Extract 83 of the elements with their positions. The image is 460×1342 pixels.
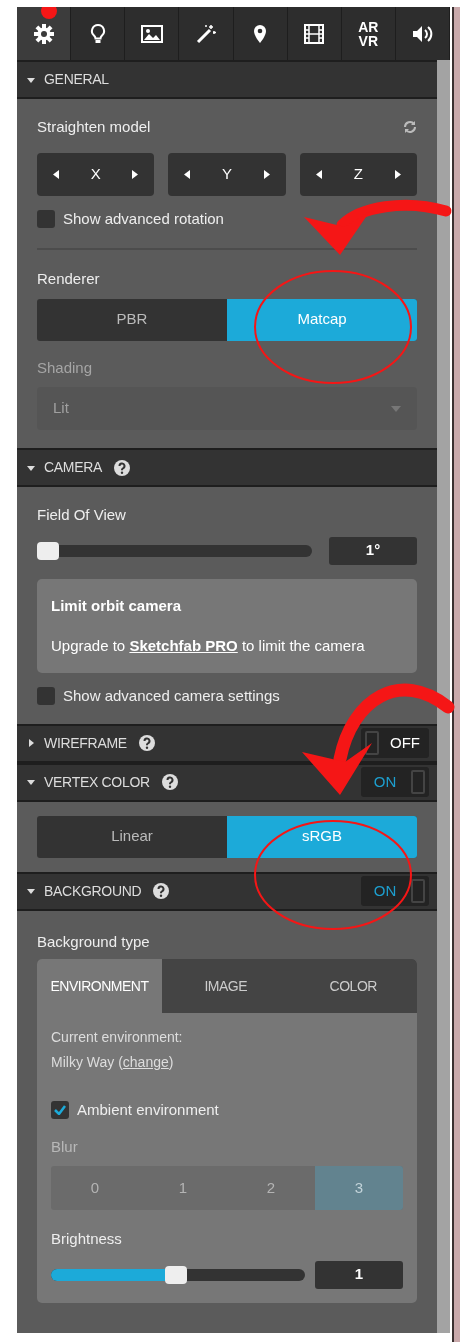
toggle-switch[interactable]: ON — [361, 767, 429, 797]
value-field[interactable]: 1 — [315, 1260, 403, 1289]
field-label: Renderer — [37, 269, 101, 289]
toolbar-tab[interactable] — [233, 7, 288, 60]
section-header[interactable]: BACKGROUND ON — [17, 871, 437, 911]
slider[interactable] — [51, 1265, 305, 1284]
slider[interactable] — [37, 541, 312, 560]
caret-down-icon — [391, 405, 401, 412]
help-icon — [161, 774, 178, 790]
toolbar-tab[interactable] — [125, 7, 180, 60]
toolbar-tab[interactable] — [17, 7, 72, 60]
caret-right-icon — [27, 739, 35, 747]
toolbar-tab[interactable] — [395, 7, 450, 60]
section-header[interactable]: VERTEX COLOR ON — [17, 762, 437, 802]
section-header[interactable]: GENERAL — [17, 60, 437, 99]
section-header[interactable]: CAMERA — [17, 448, 437, 487]
slider-thumb[interactable] — [164, 1265, 187, 1284]
card-title: Limit orbit camera — [51, 595, 183, 616]
dropdown: Lit — [37, 387, 417, 430]
help-icon — [114, 459, 131, 476]
left-arrow-icon — [315, 169, 322, 179]
toolbar-tab[interactable] — [287, 7, 342, 60]
section-title: BACKGROUND — [44, 881, 142, 901]
section-title: GENERAL — [44, 70, 109, 89]
value-field[interactable]: 1° — [329, 536, 417, 565]
axis-label: Z — [353, 163, 363, 184]
axis-stepper[interactable]: X — [37, 152, 155, 196]
tab[interactable]: COLOR — [289, 959, 417, 1013]
toolbar-tab[interactable]: AR VR — [341, 7, 396, 60]
scrollbar[interactable] — [437, 60, 450, 1333]
toggle-switch[interactable]: OFF — [361, 728, 429, 758]
checkbox-label: Show advanced rotation — [63, 208, 224, 229]
left-arrow-icon — [52, 169, 59, 179]
field-label: Field Of View — [37, 505, 127, 525]
slider-thumb[interactable] — [37, 541, 59, 560]
help-icon — [153, 883, 170, 899]
gear-icon — [32, 22, 55, 45]
toggle-switch[interactable]: ON — [361, 876, 429, 906]
checkbox[interactable] — [37, 209, 55, 228]
section-header[interactable]: WIREFRAME OFF — [17, 723, 437, 763]
checkbox[interactable] — [51, 1101, 69, 1120]
environment-name: Milky Way ( — [51, 1053, 123, 1072]
refresh-icon — [403, 120, 417, 135]
caret-down-icon — [27, 463, 35, 472]
magic-wand-icon — [194, 22, 217, 45]
toolbar-tab[interactable] — [179, 7, 234, 60]
field-label: Background type — [37, 931, 151, 952]
film-icon — [303, 22, 326, 45]
segment-option[interactable]: PBR — [37, 298, 227, 341]
segment-option[interactable]: Linear — [37, 815, 227, 858]
caret-down-icon — [27, 778, 35, 786]
tab[interactable]: IMAGE — [162, 959, 290, 1013]
field-label: Brightness — [51, 1229, 123, 1249]
change-link[interactable]: change — [122, 1052, 169, 1073]
right-arrow-icon — [132, 169, 139, 179]
tab[interactable]: ENVIRONMENT — [37, 959, 162, 1013]
section-title: WIREFRAME — [44, 733, 127, 753]
checkmark-icon — [54, 1105, 66, 1116]
axis-label: X — [90, 163, 101, 184]
paren-text: ) — [168, 1053, 174, 1072]
toolbar-tab[interactable] — [71, 7, 126, 60]
field-label: Straighten model — [37, 117, 151, 137]
info-text: Current environment: — [51, 1028, 184, 1047]
field-label: Shading — [37, 357, 94, 378]
refresh-button[interactable] — [403, 120, 417, 135]
checkbox[interactable] — [37, 687, 55, 706]
checkbox-label: Show advanced camera settings — [63, 686, 280, 706]
caret-down-icon — [27, 887, 35, 895]
caret-down-icon — [27, 75, 35, 84]
left-arrow-icon — [184, 169, 191, 179]
right-arrow-icon — [394, 169, 401, 179]
axis-stepper[interactable]: Y — [168, 152, 286, 196]
field-label: Blur — [51, 1136, 79, 1157]
axis-label: Y — [221, 163, 232, 184]
axis-stepper[interactable]: Z — [299, 152, 417, 196]
section-title: VERTEX COLOR — [44, 772, 150, 792]
checkbox-label: Ambient environment — [77, 1100, 219, 1120]
help-icon — [138, 735, 155, 751]
upgrade-link[interactable]: Sketchfab PRO — [129, 637, 238, 654]
upgrade-text: Upgrade to Sketchfab PRO to limit the camera — [51, 636, 366, 656]
section-title: CAMERA — [44, 458, 103, 477]
image-icon — [140, 22, 163, 45]
right-arrow-icon — [263, 169, 270, 179]
